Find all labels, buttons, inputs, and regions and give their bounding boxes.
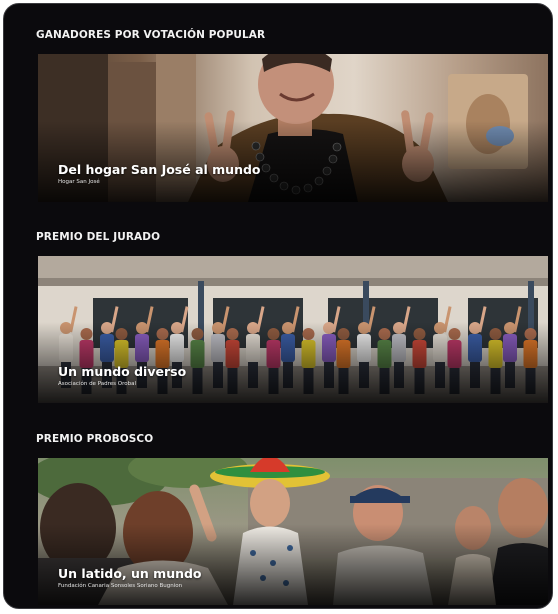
card-title: Del hogar San José al mundo (58, 162, 261, 177)
card-subtitle: Hogar San José (58, 179, 100, 185)
section-title-jury-award: PREMIO DEL JURADO (36, 231, 161, 243)
section-title-popular-vote: GANADORES POR VOTACIÓN POPULAR (36, 29, 266, 41)
card-subtitle: Fundación Canaria Sonsoles Soriano Bugni… (58, 583, 183, 589)
card-subtitle: Asociación de Padres Orobal (58, 381, 136, 387)
winners-panel: GANADORES POR VOTACIÓN POPULAR Del hogar… (3, 3, 553, 609)
card-title: Un latido, un mundo (58, 566, 202, 581)
video-card-hogar-san-jose[interactable]: Del hogar San José al mundo Hogar San Jo… (38, 54, 548, 202)
card-title: Un mundo diverso (58, 364, 187, 379)
video-card-un-mundo-diverso[interactable]: Un mundo diverso Asociación de Padres Or… (38, 256, 548, 403)
section-title-probosco-award: PREMIO PROBOSCO (36, 433, 154, 445)
card-gradient-overlay (38, 524, 548, 605)
card-gradient-overlay (38, 322, 548, 403)
video-card-un-latido-un-mundo[interactable]: Un latido, un mundo Fundación Canaria So… (38, 458, 548, 605)
